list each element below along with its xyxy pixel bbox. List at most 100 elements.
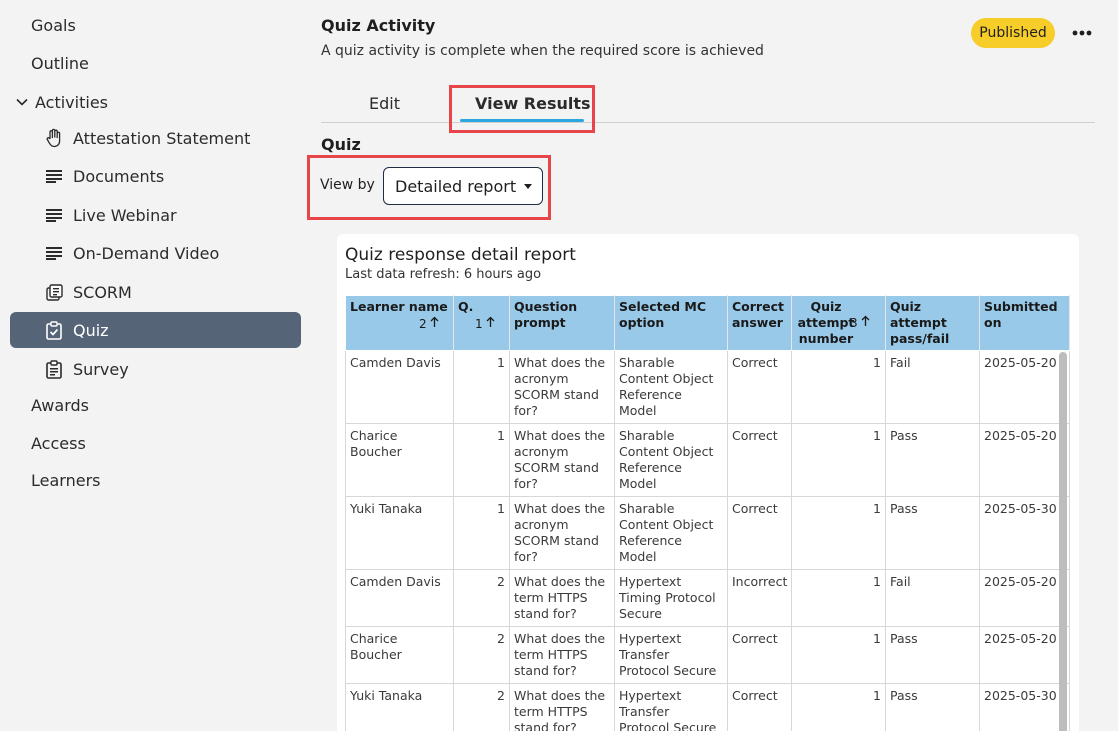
cell-selected-option: Hypertext Transfer Protocol Secure	[614, 626, 728, 684]
more-icon	[1072, 30, 1092, 36]
report-card: Quiz response detail report Last data re…	[337, 234, 1079, 731]
cell-attempt: 1	[791, 569, 886, 627]
cell-q: 1	[453, 496, 510, 570]
sidebar-item-label: Quiz	[73, 320, 109, 340]
report-refresh-note: Last data refresh: 6 hours ago	[345, 267, 542, 282]
cell-correct: Correct	[727, 626, 792, 684]
cell-learner: Charice Boucher	[345, 626, 454, 684]
sidebar-item-label: SCORM	[73, 282, 132, 302]
nav-learners[interactable]: Learners	[31, 471, 100, 490]
sidebar-item-quiz[interactable]: Quiz	[10, 312, 301, 348]
cell-learner: Yuki Tanaka	[345, 683, 454, 731]
column-header-q[interactable]: Q. 1	[453, 295, 510, 351]
cell-question: What does the term HTTPS stand for?	[509, 569, 615, 627]
nav-activities[interactable]: Activities	[15, 91, 108, 113]
cell-correct: Correct	[727, 683, 792, 731]
cell-attempt: 1	[791, 683, 886, 731]
column-header-pass-fail[interactable]: Quiz attempt pass/fail	[885, 295, 980, 351]
cell-selected-option: Sharable Content Object Reference Model	[614, 350, 728, 424]
table-row: Camden Davis 2 What does the term HTTPS …	[345, 569, 1070, 627]
sort-indicator: 2	[419, 316, 439, 332]
table-row: Camden Davis 1 What does the acronym SCO…	[345, 350, 1070, 424]
page-title: Quiz Activity	[321, 16, 436, 35]
nav-goals[interactable]: Goals	[31, 16, 76, 35]
lines-icon	[44, 205, 64, 225]
cell-question: What does the term HTTPS stand for?	[509, 683, 615, 731]
cell-submitted: 2025-05-20	[979, 350, 1070, 424]
sidebar-item-label: On-Demand Video	[73, 243, 220, 263]
sidebar-item-label: Attestation Statement	[73, 128, 251, 148]
sidebar-item-live-webinar[interactable]: Live Webinar	[10, 197, 301, 233]
sort-indicator: 1	[475, 316, 495, 332]
column-header-selected-option[interactable]: Selected MC option	[614, 295, 728, 351]
highlight-box-view-by	[307, 155, 551, 220]
sidebar-item-documents[interactable]: Documents	[10, 158, 301, 194]
column-header-correct-answer[interactable]: Correct answer	[727, 295, 792, 351]
more-options-button[interactable]	[1066, 18, 1098, 48]
cell-selected-option: Sharable Content Object Reference Model	[614, 496, 728, 570]
column-header-learner[interactable]: Learner name 2	[345, 295, 454, 351]
cell-learner: Camden Davis	[345, 350, 454, 424]
sidebar-item-attestation[interactable]: Attestation Statement	[10, 120, 301, 156]
nav-awards[interactable]: Awards	[31, 396, 89, 415]
column-header-question-prompt[interactable]: Question prompt	[509, 295, 615, 351]
tab-edit[interactable]: Edit	[369, 94, 400, 113]
table-scrollbar[interactable]	[1059, 352, 1067, 731]
sidebar-item-label: Live Webinar	[73, 205, 177, 225]
cell-submitted: 2025-05-30	[979, 683, 1070, 731]
cell-q: 1	[453, 423, 510, 497]
cell-attempt: 1	[791, 423, 886, 497]
cell-q: 1	[453, 350, 510, 424]
column-header-submitted-on[interactable]: Submitted on	[979, 295, 1070, 351]
sort-indicator: 3	[850, 315, 870, 331]
table-row: Yuki Tanaka 2 What does the term HTTPS s…	[345, 683, 1070, 731]
cell-pass-fail: Pass	[885, 496, 980, 570]
lines-icon	[44, 166, 64, 186]
cell-question: What does the acronym SCORM stand for?	[509, 350, 615, 424]
report-table: Learner name 2 Q. 1 Question prompt Sele…	[345, 295, 1070, 731]
cell-correct: Correct	[727, 423, 792, 497]
status-badge: Published	[971, 18, 1055, 48]
nav-outline[interactable]: Outline	[31, 54, 89, 73]
section-title: Quiz	[321, 135, 361, 154]
cell-attempt: 1	[791, 626, 886, 684]
highlight-box-tab	[449, 85, 595, 133]
sidebar-item-label: Documents	[73, 166, 165, 186]
cell-learner: Camden Davis	[345, 569, 454, 627]
cell-selected-option: Sharable Content Object Reference Model	[614, 423, 728, 497]
table-row: Charice Boucher 2 What does the term HTT…	[345, 626, 1070, 684]
nav-access[interactable]: Access	[31, 434, 86, 453]
cell-submitted: 2025-05-20	[979, 423, 1070, 497]
nav-activities-label: Activities	[35, 92, 108, 112]
sidebar-item-scorm[interactable]: SCORM	[10, 274, 301, 310]
cell-submitted: 2025-05-20	[979, 569, 1070, 627]
cell-pass-fail: Pass	[885, 626, 980, 684]
cell-q: 2	[453, 683, 510, 731]
tabs-divider	[321, 122, 1095, 123]
sidebar-item-on-demand-video[interactable]: On-Demand Video	[10, 235, 301, 271]
cell-pass-fail: Fail	[885, 350, 980, 424]
cell-learner: Yuki Tanaka	[345, 496, 454, 570]
column-header-attempt-number[interactable]: Quiz attempt number 3	[791, 295, 886, 351]
clipboard-list-icon	[44, 359, 64, 379]
sidebar-item-survey[interactable]: Survey	[10, 351, 301, 387]
cell-question: What does the acronym SCORM stand for?	[509, 423, 615, 497]
cell-submitted: 2025-05-20	[979, 626, 1070, 684]
chevron-down-icon	[16, 98, 28, 106]
cell-pass-fail: Pass	[885, 423, 980, 497]
cell-selected-option: Hypertext Timing Protocol Secure	[614, 569, 728, 627]
hand-icon	[44, 128, 64, 148]
cell-question: What does the acronym SCORM stand for?	[509, 496, 615, 570]
cell-correct: Incorrect	[727, 569, 792, 627]
cell-submitted: 2025-05-30	[979, 496, 1070, 570]
table-header-row: Learner name 2 Q. 1 Question prompt Sele…	[345, 295, 1070, 351]
table-row: Yuki Tanaka 1 What does the acronym SCOR…	[345, 496, 1070, 570]
package-icon	[44, 282, 64, 302]
lines-icon	[44, 243, 64, 263]
arrow-up-icon	[487, 316, 495, 327]
sidebar-item-label: Survey	[73, 359, 129, 379]
cell-q: 2	[453, 626, 510, 684]
cell-pass-fail: Pass	[885, 683, 980, 731]
page-subtitle: A quiz activity is complete when the req…	[321, 43, 764, 59]
cell-attempt: 1	[791, 496, 886, 570]
